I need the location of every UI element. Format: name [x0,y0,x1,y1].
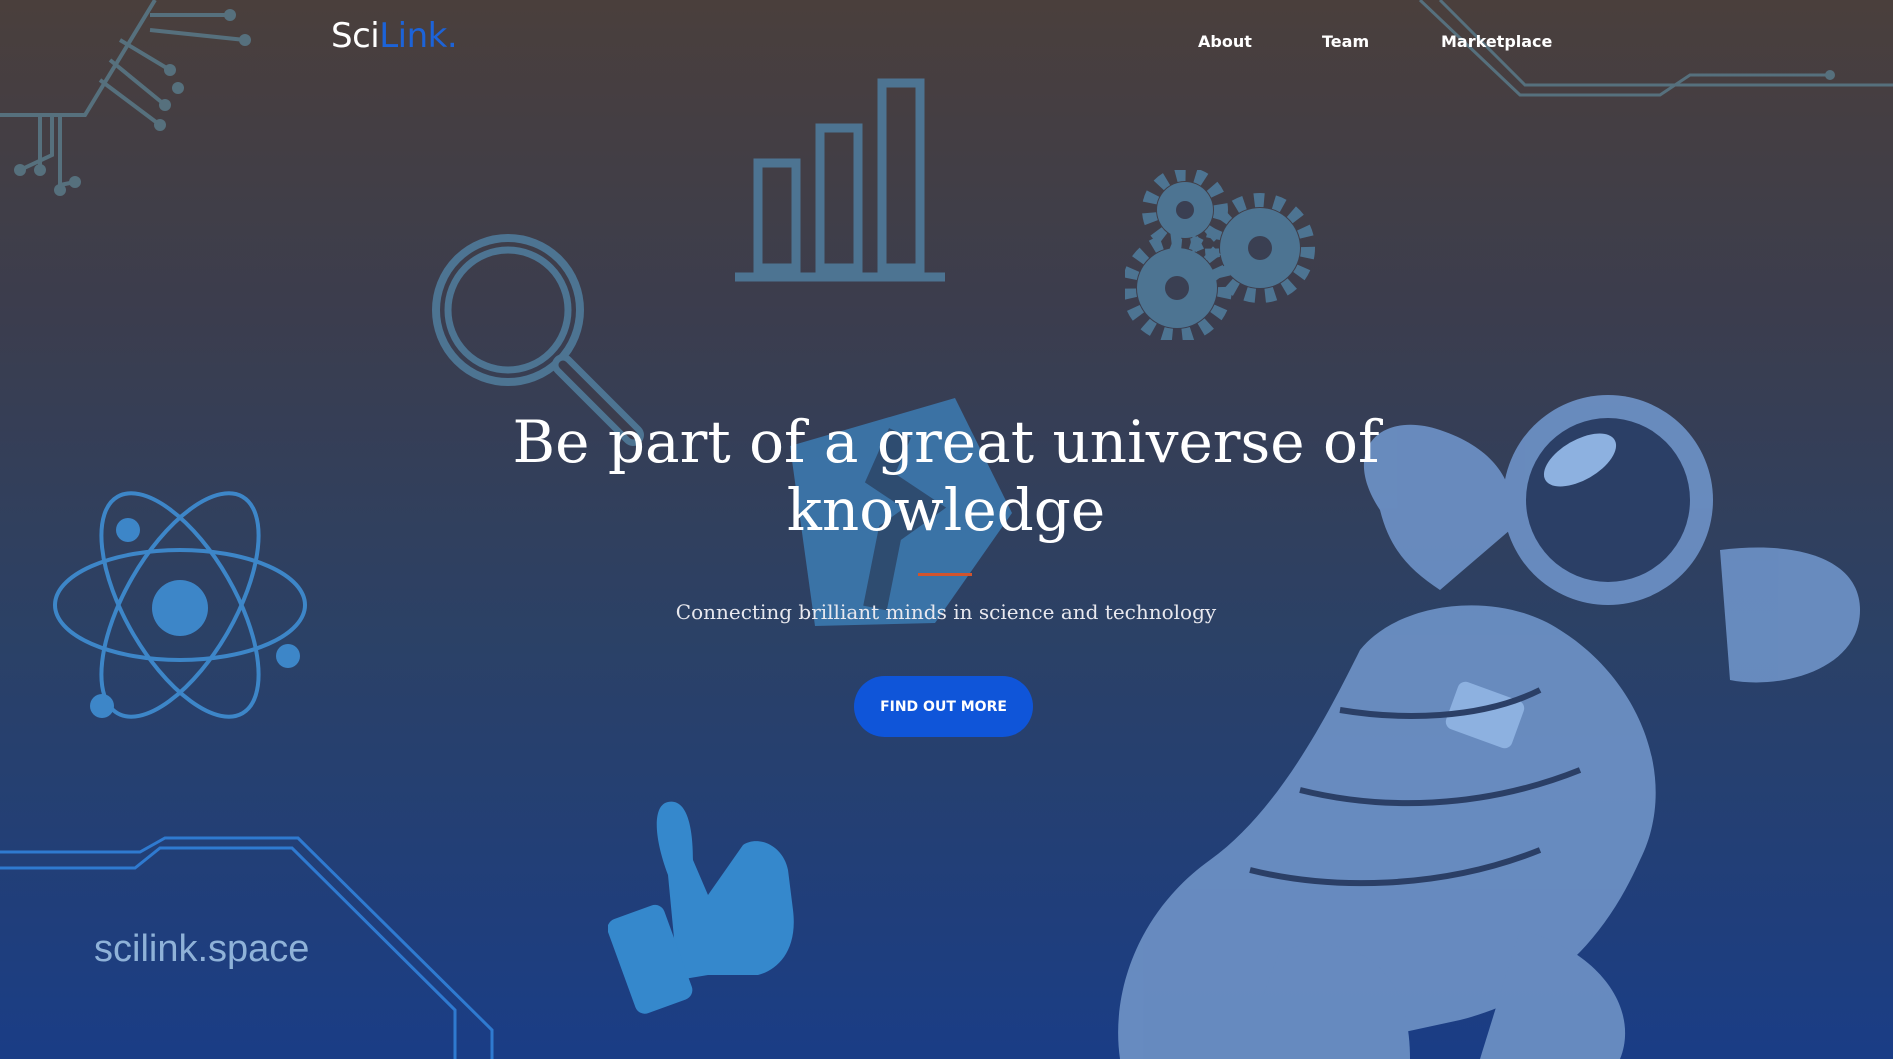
gears-icon [1125,170,1315,340]
atom-icon [53,491,307,719]
headline-divider [918,573,972,576]
nav-link-team[interactable]: Team [1322,32,1369,51]
hero-section: SciLink. About Team Marketplace Be part … [0,0,1893,1059]
nav-link-about[interactable]: About [1198,32,1252,51]
logo-text-sci: Sci [331,16,380,56]
hero-headline-line1: Be part of a great universe of [512,408,1380,476]
domain-label: scilink.space [94,928,310,970]
hero-headline: Be part of a great universe of knowledge [496,408,1396,544]
thumbs-up-icon [608,801,794,1014]
navbar: SciLink. About Team Marketplace [0,0,1893,84]
site-logo[interactable]: SciLink. [331,16,458,56]
bar-chart-icon [735,78,945,282]
logo-text-link: Link. [379,16,458,56]
nav-link-marketplace[interactable]: Marketplace [1441,32,1552,51]
hero-subtitle: Connecting brilliant minds in science an… [675,600,1217,624]
find-out-more-button[interactable]: FIND OUT MORE [854,676,1033,737]
hero-headline-line2: knowledge [786,476,1106,544]
